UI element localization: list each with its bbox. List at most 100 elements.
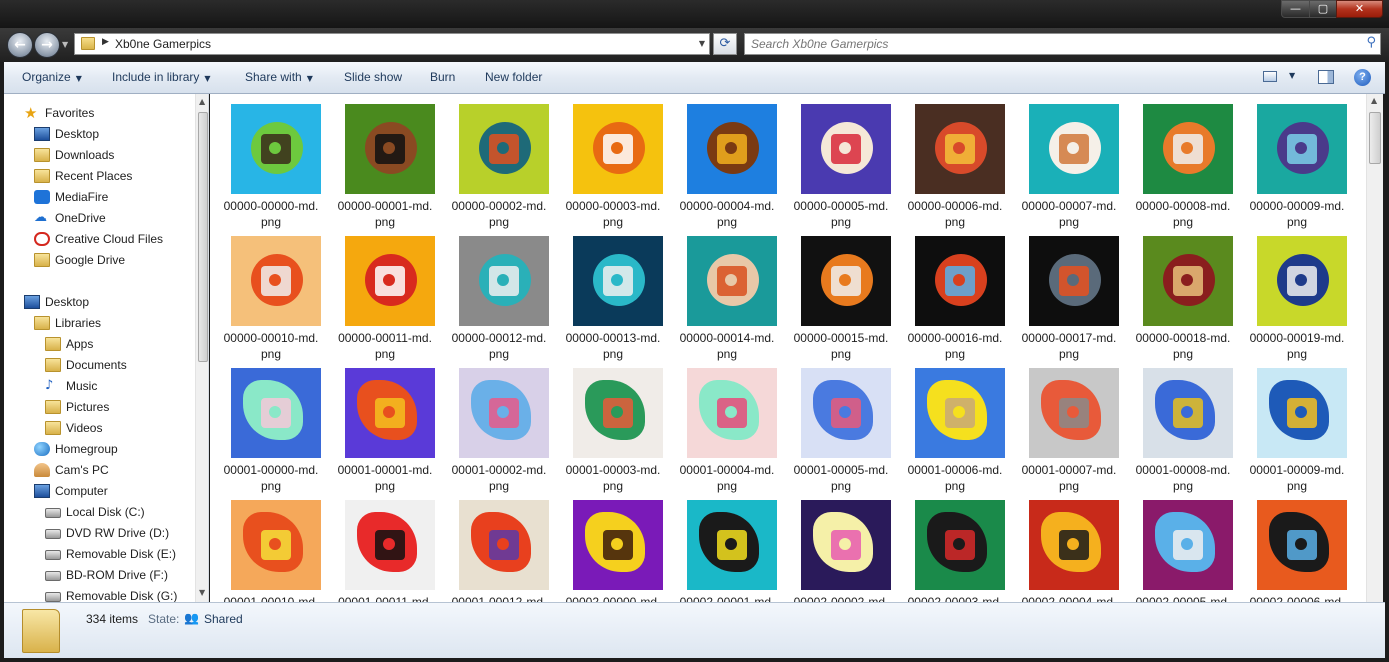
file-thumbnail[interactable]: [801, 368, 891, 458]
file-item[interactable]: 00000-00007-md. png: [1010, 94, 1124, 229]
file-item[interactable]: 00000-00000-md. png: [212, 94, 326, 229]
organize-button[interactable]: Organize ▼: [22, 70, 82, 84]
file-item[interactable]: 00000-00010-md. png: [212, 226, 326, 361]
minimize-button[interactable]: —: [1281, 0, 1310, 18]
file-thumbnail[interactable]: [459, 236, 549, 326]
file-thumbnail[interactable]: [687, 104, 777, 194]
search-icon[interactable]: ⚲: [1366, 35, 1376, 50]
file-thumbnail[interactable]: [915, 236, 1005, 326]
file-item[interactable]: 00000-00013-md. png: [554, 226, 668, 361]
file-item[interactable]: 00001-00010-md.png: [212, 490, 326, 602]
file-item[interactable]: 00000-00001-md. png: [326, 94, 440, 229]
file-thumbnail[interactable]: [345, 236, 435, 326]
file-item[interactable]: 00000-00008-md. png: [1124, 94, 1238, 229]
file-thumbnail[interactable]: [573, 236, 663, 326]
file-item[interactable]: 00000-00012-md. png: [440, 226, 554, 361]
file-thumbnail[interactable]: [1029, 500, 1119, 590]
file-thumbnail[interactable]: [687, 368, 777, 458]
file-thumbnail[interactable]: [573, 500, 663, 590]
change-view-button[interactable]: ▼: [1263, 69, 1303, 87]
address-bar[interactable]: ▶ Xb0ne Gamerpics ▼: [74, 33, 710, 55]
file-thumbnail[interactable]: [1029, 236, 1119, 326]
file-item[interactable]: 00002-00002-md.png: [782, 490, 896, 602]
file-item[interactable]: 00001-00011-md.png: [326, 490, 440, 602]
file-thumbnail[interactable]: [1257, 104, 1347, 194]
file-item[interactable]: 00000-00005-md. png: [782, 94, 896, 229]
file-item[interactable]: 00001-00012-md.png: [440, 490, 554, 602]
file-item[interactable]: 00001-00008-md. png: [1124, 358, 1238, 493]
file-item[interactable]: 00000-00018-md. png: [1124, 226, 1238, 361]
file-thumbnail[interactable]: [1143, 500, 1233, 590]
file-list-scrollbar[interactable]: ▲: [1366, 94, 1383, 602]
file-thumbnail[interactable]: [1029, 104, 1119, 194]
file-thumbnail[interactable]: [1143, 368, 1233, 458]
file-thumbnail[interactable]: [1257, 500, 1347, 590]
file-thumbnail[interactable]: [801, 104, 891, 194]
file-thumbnail[interactable]: [1029, 368, 1119, 458]
file-item[interactable]: 00001-00004-md. png: [668, 358, 782, 493]
file-thumbnail[interactable]: [231, 500, 321, 590]
file-thumbnail[interactable]: [573, 368, 663, 458]
file-name[interactable]: 00002-00004-md.png: [1005, 594, 1133, 602]
file-item[interactable]: 00001-00000-md. png: [212, 358, 326, 493]
file-item[interactable]: 00000-00016-md. png: [896, 226, 1010, 361]
file-thumbnail[interactable]: [1143, 104, 1233, 194]
navigation-scroll-thumb[interactable]: [198, 112, 208, 362]
scroll-up-arrow-icon[interactable]: ▲: [199, 97, 205, 106]
scroll-down-arrow-icon[interactable]: ▼: [199, 588, 205, 597]
file-thumbnail[interactable]: [231, 104, 321, 194]
file-thumbnail[interactable]: [459, 104, 549, 194]
file-name[interactable]: 00002-00000-md.png: [549, 594, 677, 602]
file-thumbnail[interactable]: [459, 368, 549, 458]
file-thumbnail[interactable]: [915, 104, 1005, 194]
forward-button[interactable]: →: [34, 32, 60, 58]
file-thumbnail[interactable]: [687, 500, 777, 590]
address-dropdown-icon[interactable]: ▼: [699, 39, 705, 48]
file-name[interactable]: 00002-00002-md.png: [777, 594, 905, 602]
file-name[interactable]: 00001-00010-md.png: [210, 594, 335, 602]
file-item[interactable]: 00002-00003-md.png: [896, 490, 1010, 602]
file-item[interactable]: 00002-00006-md.png: [1238, 490, 1352, 602]
file-thumbnail[interactable]: [1257, 368, 1347, 458]
include-in-library-button[interactable]: Include in library ▼: [112, 70, 211, 84]
file-item[interactable]: 00000-00017-md. png: [1010, 226, 1124, 361]
file-name[interactable]: 00001-00011-md.png: [321, 594, 449, 602]
help-button[interactable]: ?: [1354, 69, 1371, 86]
file-item[interactable]: 00000-00004-md. png: [668, 94, 782, 229]
search-input[interactable]: [751, 36, 1351, 52]
new-folder-button[interactable]: New folder: [485, 70, 542, 84]
slide-show-button[interactable]: Slide show: [344, 70, 402, 84]
file-thumbnail[interactable]: [573, 104, 663, 194]
file-thumbnail[interactable]: [1257, 236, 1347, 326]
maximize-button[interactable]: ▢: [1309, 0, 1337, 18]
close-button[interactable]: ✕: [1336, 0, 1383, 18]
refresh-button[interactable]: ⟳: [713, 33, 737, 55]
file-thumbnail[interactable]: [345, 368, 435, 458]
back-button[interactable]: ←: [7, 32, 33, 58]
file-thumbnail[interactable]: [231, 368, 321, 458]
breadcrumb-current[interactable]: Xb0ne Gamerpics: [115, 37, 211, 51]
file-name[interactable]: 00002-00006-md.png: [1233, 594, 1361, 602]
file-item[interactable]: 00001-00002-md. png: [440, 358, 554, 493]
file-name[interactable]: 00002-00005-md.png: [1119, 594, 1247, 602]
file-name[interactable]: 00001-00012-md.png: [435, 594, 563, 602]
file-item[interactable]: 00002-00005-md.png: [1124, 490, 1238, 602]
file-thumbnail[interactable]: [231, 236, 321, 326]
share-with-button[interactable]: Share with ▼: [245, 70, 313, 84]
file-item[interactable]: 00001-00009-md. png: [1238, 358, 1352, 493]
file-thumbnail[interactable]: [801, 236, 891, 326]
file-item[interactable]: 00002-00001-md.png: [668, 490, 782, 602]
file-item[interactable]: 00001-00005-md. png: [782, 358, 896, 493]
file-item[interactable]: 00002-00000-md.png: [554, 490, 668, 602]
file-thumbnail[interactable]: [459, 500, 549, 590]
file-name[interactable]: 00002-00001-md.png: [663, 594, 791, 602]
file-thumbnail[interactable]: [915, 500, 1005, 590]
file-item[interactable]: 00000-00015-md. png: [782, 226, 896, 361]
file-thumbnail[interactable]: [345, 104, 435, 194]
file-item[interactable]: 00000-00019-md. png: [1238, 226, 1352, 361]
file-item[interactable]: 00000-00006-md. png: [896, 94, 1010, 229]
breadcrumb-separator-icon[interactable]: ▶: [102, 37, 109, 47]
file-list-scroll-thumb[interactable]: [1369, 112, 1381, 164]
file-item[interactable]: 00000-00002-md. png: [440, 94, 554, 229]
search-box[interactable]: ⚲: [744, 33, 1381, 55]
